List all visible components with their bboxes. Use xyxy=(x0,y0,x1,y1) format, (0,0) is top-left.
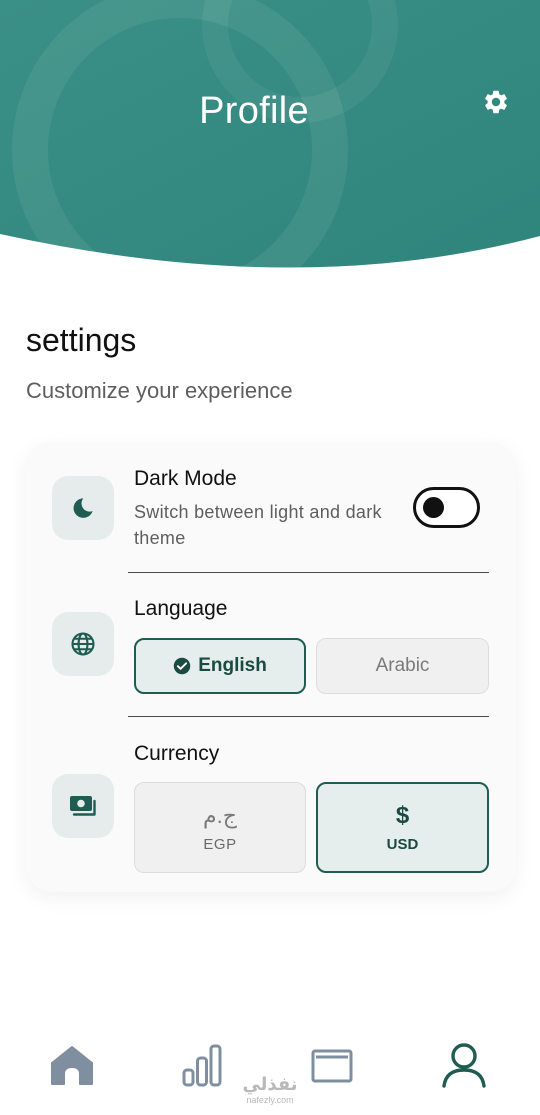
settings-button[interactable] xyxy=(478,84,514,120)
watermark-arabic: نفذلي xyxy=(242,1074,298,1094)
currency-option-egp[interactable]: ج.م EGP xyxy=(134,782,306,873)
dark-mode-icon-box xyxy=(52,476,114,540)
nav-wallet[interactable] xyxy=(306,1040,356,1090)
currency-option-usd[interactable]: $ USD xyxy=(316,782,489,873)
currency-label: Currency xyxy=(134,742,220,765)
money-icon xyxy=(70,796,96,816)
divider xyxy=(128,716,489,717)
currency-symbol: $ xyxy=(395,802,410,829)
watermark: نفذلي nafezly.com xyxy=(238,1074,302,1106)
nav-home[interactable] xyxy=(47,1040,97,1090)
settings-title: settings xyxy=(26,322,137,358)
language-label: Language xyxy=(134,597,228,620)
option-label: Arabic xyxy=(375,655,430,676)
language-option-arabic[interactable]: Arabic xyxy=(316,638,489,694)
nav-statistics[interactable] xyxy=(177,1040,227,1090)
currency-code: EGP xyxy=(203,836,237,853)
profile-header: Profile xyxy=(0,0,540,270)
check-circle-icon xyxy=(173,657,191,675)
page-title: Profile xyxy=(199,90,309,132)
wallet-icon xyxy=(311,1049,353,1083)
globe-icon xyxy=(71,632,95,656)
dark-mode-label: Dark Mode xyxy=(134,467,237,490)
language-icon-box xyxy=(52,612,114,676)
toggle-knob xyxy=(423,497,444,518)
currency-option-content: ج.م EGP xyxy=(203,802,237,853)
option-label: English xyxy=(198,655,267,676)
dark-mode-toggle[interactable] xyxy=(413,487,480,528)
home-icon xyxy=(51,1046,93,1085)
user-icon xyxy=(442,1043,486,1088)
currency-icon-box xyxy=(52,774,114,838)
currency-code: USD xyxy=(386,836,419,853)
divider xyxy=(128,572,489,573)
currency-symbol: ج.م xyxy=(203,803,237,828)
dark-mode-description: Switch between light and dark theme xyxy=(134,502,382,548)
nav-profile[interactable] xyxy=(439,1040,489,1090)
currency-option-content: $ USD xyxy=(387,802,419,853)
gear-icon xyxy=(485,90,507,114)
watermark-latin: nafezly.com xyxy=(246,1095,294,1105)
header-wave-background xyxy=(0,0,540,270)
moon-icon xyxy=(73,498,93,518)
bar-chart-icon xyxy=(182,1044,222,1087)
language-option-english[interactable]: English xyxy=(134,638,306,694)
settings-subtitle: Customize your experience xyxy=(26,378,293,403)
